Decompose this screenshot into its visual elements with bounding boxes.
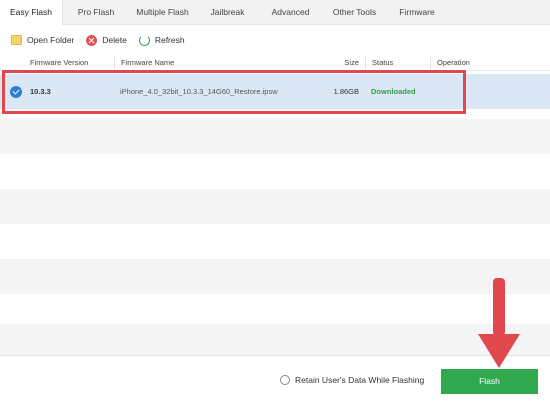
- tab-pro-flash[interactable]: Pro Flash: [63, 0, 129, 25]
- refresh-label: Refresh: [154, 35, 185, 45]
- tab-advanced[interactable]: Advanced: [259, 0, 322, 25]
- tab-bar: Easy Flash Pro Flash Multiple Flash Jail…: [0, 0, 550, 26]
- column-header-operation[interactable]: Operation: [430, 55, 550, 71]
- folder-icon: [11, 35, 22, 45]
- tab-firmware[interactable]: Firmware: [387, 0, 447, 25]
- delete-button[interactable]: Delete: [86, 34, 127, 46]
- table-header: Firmware Version Firmware Name Size Stat…: [0, 55, 550, 71]
- empty-row: [0, 259, 550, 294]
- column-header-firmware-name[interactable]: Firmware Name: [114, 55, 317, 71]
- highlight-box: [2, 70, 466, 114]
- tab-jailbreak[interactable]: Jailbreak: [196, 0, 259, 25]
- delete-icon: [86, 34, 98, 46]
- column-header-size[interactable]: Size: [317, 55, 365, 71]
- column-header-status[interactable]: Status: [365, 55, 430, 71]
- refresh-button[interactable]: Refresh: [138, 34, 185, 46]
- retain-data-option[interactable]: Retain User's Data While Flashing: [280, 375, 424, 385]
- empty-row: [0, 119, 550, 154]
- radio-button-icon[interactable]: [280, 375, 290, 385]
- arrow-down-icon: [478, 278, 520, 368]
- retain-data-label: Retain User's Data While Flashing: [295, 375, 425, 385]
- toolbar: Open Folder Delete Refresh: [0, 27, 550, 53]
- refresh-icon: [138, 34, 150, 46]
- tab-other-tools[interactable]: Other Tools: [322, 0, 387, 25]
- flash-button[interactable]: Flash: [441, 369, 538, 394]
- empty-row: [0, 154, 550, 189]
- open-folder-button[interactable]: Open Folder: [11, 35, 74, 45]
- empty-row: [0, 189, 550, 224]
- open-folder-label: Open Folder: [27, 35, 75, 45]
- delete-label: Delete: [102, 35, 127, 45]
- tab-multiple-flash[interactable]: Multiple Flash: [129, 0, 196, 25]
- empty-row: [0, 224, 550, 259]
- column-header-firmware-version[interactable]: Firmware Version: [24, 55, 114, 71]
- empty-row: [0, 324, 550, 359]
- tab-easy-flash[interactable]: Easy Flash: [0, 0, 63, 26]
